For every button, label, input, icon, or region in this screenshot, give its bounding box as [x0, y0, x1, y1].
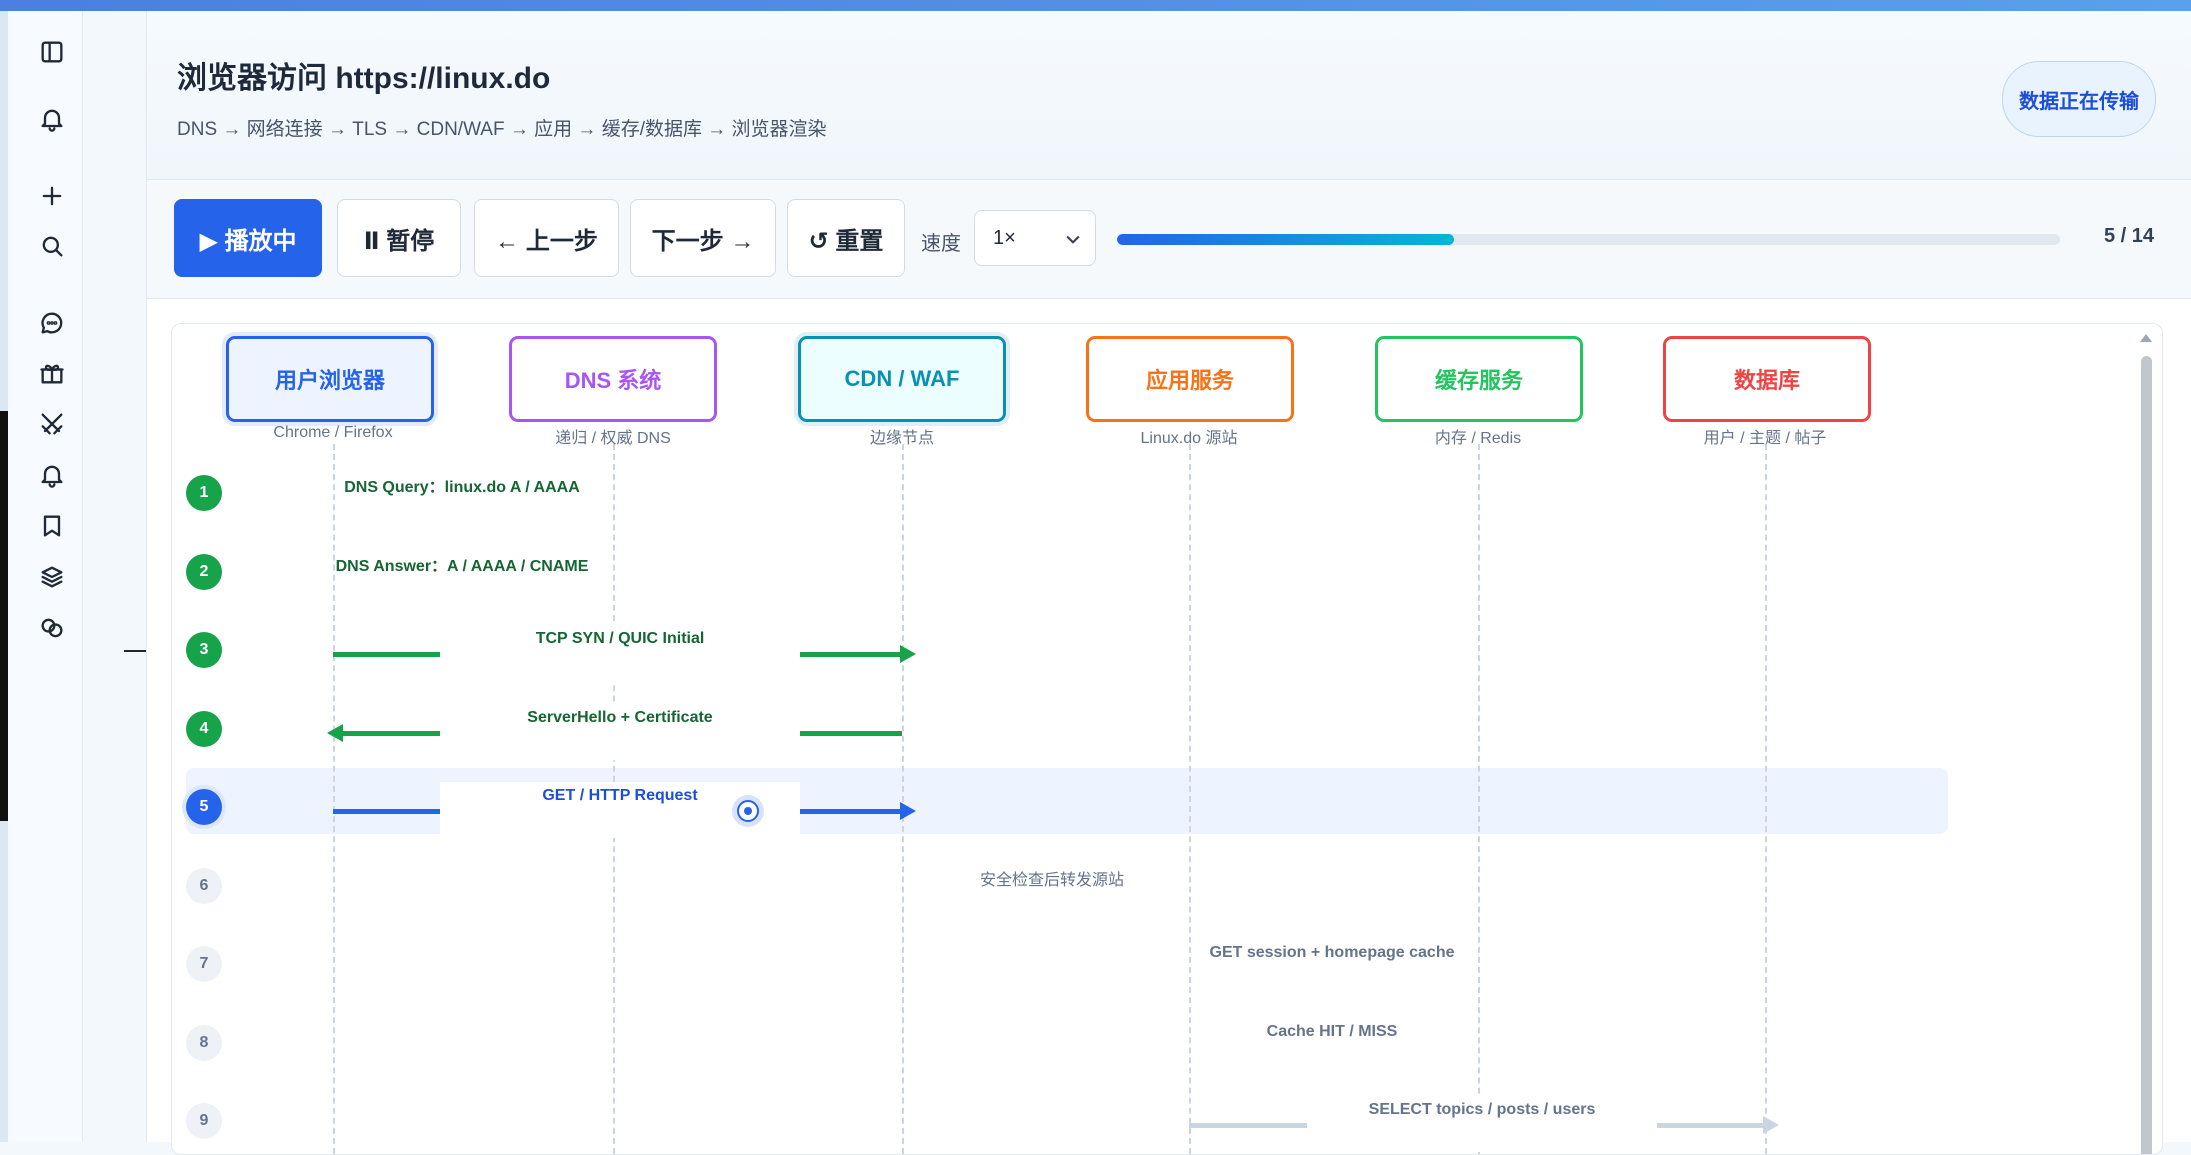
reset-button[interactable]: ↺ 重置	[787, 199, 905, 277]
step-counter: 5 / 14	[2104, 225, 2155, 247]
message-label: GET session + homepage cache	[1209, 944, 1455, 961]
actor-subtitle: 边缘节点	[869, 430, 934, 447]
lifeline	[333, 444, 335, 1154]
gift-icon[interactable]	[35, 356, 69, 390]
status-pill: 数据正在传输	[2002, 61, 2156, 137]
circles-icon[interactable]	[35, 611, 69, 645]
bell-icon[interactable]	[35, 458, 69, 492]
actor-subtitle: Chrome / Firefox	[273, 424, 393, 441]
actor-box[interactable]: 数据库	[1663, 336, 1871, 422]
lifeline	[1478, 444, 1480, 1154]
message-label: TCP SYN / QUIC Initial	[535, 630, 705, 647]
panel-toggle-icon[interactable]	[35, 35, 69, 69]
step-number: 6	[186, 868, 222, 904]
step-number: 4	[186, 711, 222, 747]
icon-sidebar	[8, 11, 83, 1142]
play-button[interactable]: ▶ 播放中	[174, 199, 322, 277]
step-number: 1	[186, 475, 222, 511]
arrow-head	[900, 645, 916, 663]
transfer-indicator	[736, 800, 759, 822]
chat-icon[interactable]	[35, 306, 69, 340]
message-label: DNS Answer：A / AAAA / CNAME	[335, 558, 589, 575]
playback-toolbar: ▶ 播放中 Ⅱ 暂停 ← 上一步 下一步 → ↺ 重置 速度 1× 5 / 14	[147, 180, 2191, 299]
actor-box[interactable]: DNS 系统	[509, 336, 717, 422]
actor-subtitle: 用户 / 主题 / 帖子	[1703, 430, 1827, 447]
arrow-head	[327, 724, 343, 742]
actor-box[interactable]: 应用服务	[1086, 336, 1294, 422]
page-subtitle: DNS → 网络连接 → TLS → CDN/WAF → 应用 → 缓存/数据库…	[177, 119, 827, 140]
message-label: ServerHello + Certificate	[527, 709, 713, 726]
page-header: 浏览器访问 https://linux.do DNS → 网络连接 → TLS …	[147, 11, 2191, 180]
speed-select[interactable]: 1×	[974, 210, 1096, 266]
plus-icon[interactable]	[35, 179, 69, 213]
lifeline	[1765, 444, 1767, 1154]
bookmark-icon[interactable]	[35, 509, 69, 543]
scroll-thumb[interactable]	[2141, 356, 2152, 1154]
step-number: 5	[186, 789, 222, 825]
lifeline	[1189, 444, 1191, 1154]
bell-icon[interactable]	[35, 102, 69, 136]
message-label: Cache HIT / MISS	[1266, 1023, 1398, 1040]
arrow-head	[900, 802, 916, 820]
step-number: 8	[186, 1025, 222, 1061]
step-number: 7	[186, 946, 222, 982]
progress-fill	[1117, 234, 1454, 245]
prev-step-button[interactable]: ← 上一步	[474, 199, 619, 277]
step-number: 2	[186, 554, 222, 590]
background-window-edge	[0, 11, 8, 1142]
chevron-down-icon	[1066, 235, 1080, 244]
crossed-swords-icon[interactable]	[35, 407, 69, 441]
actor-box[interactable]: 缓存服务	[1375, 336, 1583, 422]
lifeline	[902, 444, 904, 1154]
actor-subtitle: 递归 / 权威 DNS	[555, 430, 671, 447]
progress-bar	[1117, 234, 2060, 245]
message-label: DNS Query：linux.do A / AAAA	[344, 479, 580, 496]
message-label: SELECT topics / posts / users	[1368, 1101, 1596, 1118]
layers-icon[interactable]	[35, 560, 69, 594]
arrow-head	[1763, 1116, 1779, 1134]
scroll-up-arrow[interactable]	[2140, 334, 2152, 342]
main-panel: 浏览器访问 https://linux.do DNS → 网络连接 → TLS …	[146, 11, 2191, 1155]
step-number: 3	[186, 632, 222, 668]
pause-button[interactable]: Ⅱ 暂停	[337, 199, 461, 277]
speed-value: 1×	[993, 226, 1016, 249]
step-number: 9	[186, 1103, 222, 1139]
speed-label: 速度	[921, 233, 961, 255]
actor-box[interactable]: 用户浏览器	[226, 336, 434, 422]
search-icon[interactable]	[35, 229, 69, 263]
next-step-button[interactable]: 下一步 →	[630, 199, 776, 277]
actor-subtitle: 内存 / Redis	[1434, 430, 1522, 447]
actor-box[interactable]: CDN / WAF	[798, 336, 1006, 422]
page-title: 浏览器访问 https://linux.do	[177, 62, 551, 95]
window-top-bar	[0, 0, 2191, 11]
actor-subtitle: Linux.do 源站	[1140, 430, 1238, 447]
diagram-scrollbar[interactable]	[2138, 334, 2152, 1154]
sequence-diagram: 用户浏览器 Chrome / Firefox DNS 系统递归 / 权威 DNS CD…	[171, 323, 2163, 1155]
message-label: 安全检查后转发源站	[979, 872, 1124, 889]
